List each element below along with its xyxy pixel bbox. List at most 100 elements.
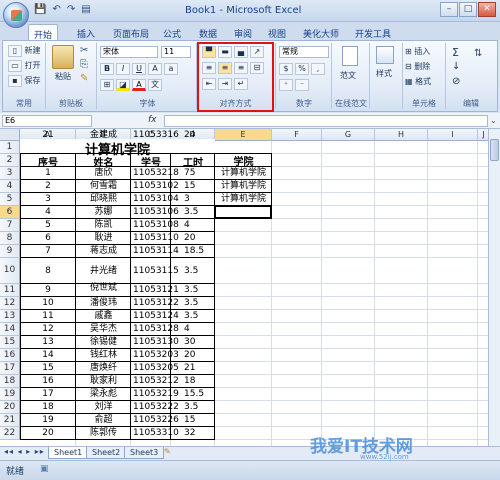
table-cell[interactable]: 3 — [20, 193, 76, 205]
table-cell[interactable]: 11053226 — [131, 414, 179, 426]
borders-icon[interactable]: ⊞ — [100, 79, 114, 91]
table-cell[interactable]: 10 — [20, 297, 76, 309]
table-cell[interactable]: 11053219 — [131, 388, 179, 400]
table-cell[interactable]: 苏娜 — [76, 206, 131, 218]
row-header[interactable]: 3 — [0, 167, 20, 180]
copy-icon[interactable]: ⎘ — [80, 59, 88, 70]
table-cell[interactable]: 陈郭传 — [76, 427, 131, 439]
new-button[interactable]: ▯ 新建 — [8, 45, 41, 57]
table-cell[interactable]: 11053222 — [131, 401, 179, 413]
table-cell[interactable]: 戚鑫 — [76, 310, 131, 322]
table-cell[interactable]: 15 — [171, 180, 215, 192]
table-cell[interactable]: 11053316 — [131, 129, 179, 141]
college-cell[interactable]: 计算机学院 — [215, 180, 272, 192]
table-cell[interactable]: 15.5 — [171, 388, 215, 400]
table-cell[interactable]: 9 — [20, 284, 76, 296]
table-cell[interactable]: 17 — [20, 388, 76, 400]
vertical-scrollbar[interactable] — [488, 129, 500, 446]
tab-review[interactable]: 审阅 — [229, 24, 257, 40]
table-cell[interactable]: 11053218 — [131, 167, 179, 179]
sort-filter-icon[interactable]: ⇅ — [474, 48, 482, 59]
row-header[interactable]: 19 — [0, 388, 20, 401]
row-header[interactable]: 16 — [0, 349, 20, 362]
table-cell[interactable]: 陈凯 — [76, 219, 131, 231]
undo-icon[interactable]: ↶ — [52, 4, 60, 15]
table-cell[interactable]: 32 — [171, 427, 215, 439]
tab-insert[interactable]: 插入 — [72, 24, 100, 40]
fx-button[interactable]: fx — [148, 115, 157, 125]
tab-developer[interactable]: 开发工具 — [350, 24, 396, 40]
scroll-thumb[interactable] — [490, 139, 499, 161]
decrease-decimal-icon[interactable]: ⁻ — [295, 79, 309, 91]
table-cell[interactable]: 俞超 — [76, 414, 131, 426]
grow-font-icon[interactable]: A — [148, 63, 162, 75]
table-cell[interactable]: 13 — [20, 336, 76, 348]
sheet-tab-sheet1[interactable]: Sheet1 — [48, 447, 89, 459]
print-icon[interactable]: ▤ — [81, 4, 90, 15]
tab-home[interactable]: 开始 — [28, 24, 59, 41]
bold-button[interactable]: B — [100, 63, 114, 75]
row-header[interactable]: 4 — [0, 180, 20, 193]
table-cell[interactable]: 蒋志成 — [76, 245, 131, 257]
tab-page-layout[interactable]: 页面布局 — [108, 24, 154, 40]
close-button[interactable]: ✕ — [478, 2, 496, 17]
row-header[interactable]: 20 — [0, 401, 20, 414]
table-cell[interactable]: 11053110 — [131, 232, 179, 244]
table-cell[interactable]: 12 — [20, 323, 76, 335]
table-cell[interactable]: 邱晓熙 — [76, 193, 131, 205]
row-header[interactable]: 22 — [0, 427, 20, 440]
worksheet-grid[interactable]: A B C D E F G H I J 1 2 3 4 5 6 7 8 9 10 11 12 13 14 1… — [0, 129, 488, 446]
redo-icon[interactable]: ↷ — [67, 4, 75, 15]
tab-beautify[interactable]: 美化大师 — [298, 24, 344, 40]
row-header[interactable]: 18 — [0, 375, 20, 388]
table-cell[interactable]: 18 — [20, 401, 76, 413]
table-cell[interactable]: 何雪霜 — [76, 180, 131, 192]
table-cell[interactable]: 梁永彪 — [76, 388, 131, 400]
font-name-select[interactable]: 宋体 — [100, 46, 158, 58]
table-cell[interactable]: 4 — [20, 206, 76, 218]
sheet-tab-sheet3[interactable]: Sheet3 — [124, 447, 165, 459]
styles-button[interactable]: 样式 — [376, 68, 392, 79]
table-cell[interactable]: 11053124 — [131, 310, 179, 322]
table-cell[interactable]: 8 — [20, 265, 76, 277]
column-header[interactable]: J — [478, 129, 488, 141]
tab-view[interactable]: 视图 — [263, 24, 291, 40]
row-header[interactable]: 8 — [0, 232, 20, 245]
college-cell[interactable]: 计算机学院 — [215, 193, 272, 205]
autosum-button[interactable]: Σ — [452, 46, 459, 59]
expand-formula-icon[interactable]: ⌄ — [490, 116, 497, 125]
table-cell[interactable]: 3.5 — [171, 265, 215, 277]
cell-styles-icon[interactable] — [376, 46, 394, 64]
table-cell[interactable]: 6 — [20, 232, 76, 244]
row-header[interactable]: 10 — [0, 258, 20, 284]
table-cell[interactable]: 潘俊玮 — [76, 297, 131, 309]
template-doc-icon[interactable] — [342, 46, 358, 66]
table-cell[interactable]: 唐焕纤 — [76, 362, 131, 374]
font-size-select[interactable]: 11 — [161, 46, 191, 58]
table-cell[interactable]: 徐锡健 — [76, 336, 131, 348]
table-cell[interactable]: 金建成 — [76, 129, 131, 141]
table-cell[interactable]: 21 — [20, 129, 76, 141]
restore-button[interactable]: □ — [459, 2, 477, 17]
table-cell[interactable]: 11053205 — [131, 362, 179, 374]
table-cell[interactable]: 11053102 — [131, 180, 179, 192]
row-header[interactable]: 21 — [0, 414, 20, 427]
template-button[interactable]: 范文 — [340, 70, 356, 81]
row-header[interactable]: 12 — [0, 297, 20, 310]
column-header[interactable]: E — [215, 129, 272, 141]
phonetic-icon[interactable]: 文 — [148, 79, 162, 91]
table-cell[interactable]: 11053115 — [131, 265, 179, 277]
table-cell[interactable]: 30 — [171, 336, 215, 348]
row-header[interactable]: 1 — [0, 141, 20, 154]
table-cell[interactable]: 耿家利 — [76, 375, 131, 387]
table-cell[interactable]: 3.5 — [171, 297, 215, 309]
table-cell[interactable]: 刘洋 — [76, 401, 131, 413]
table-cell[interactable]: 11053121 — [131, 284, 179, 296]
fill-color-icon[interactable]: ◪ — [116, 79, 130, 91]
sheet-tab-sheet2[interactable]: Sheet2 — [86, 447, 127, 459]
table-cell[interactable]: 15 — [171, 414, 215, 426]
table-cell[interactable]: 11053122 — [131, 297, 179, 309]
table-cell[interactable]: 3.5 — [171, 310, 215, 322]
underline-button[interactable]: U — [132, 63, 146, 75]
tab-data[interactable]: 数据 — [194, 24, 222, 40]
